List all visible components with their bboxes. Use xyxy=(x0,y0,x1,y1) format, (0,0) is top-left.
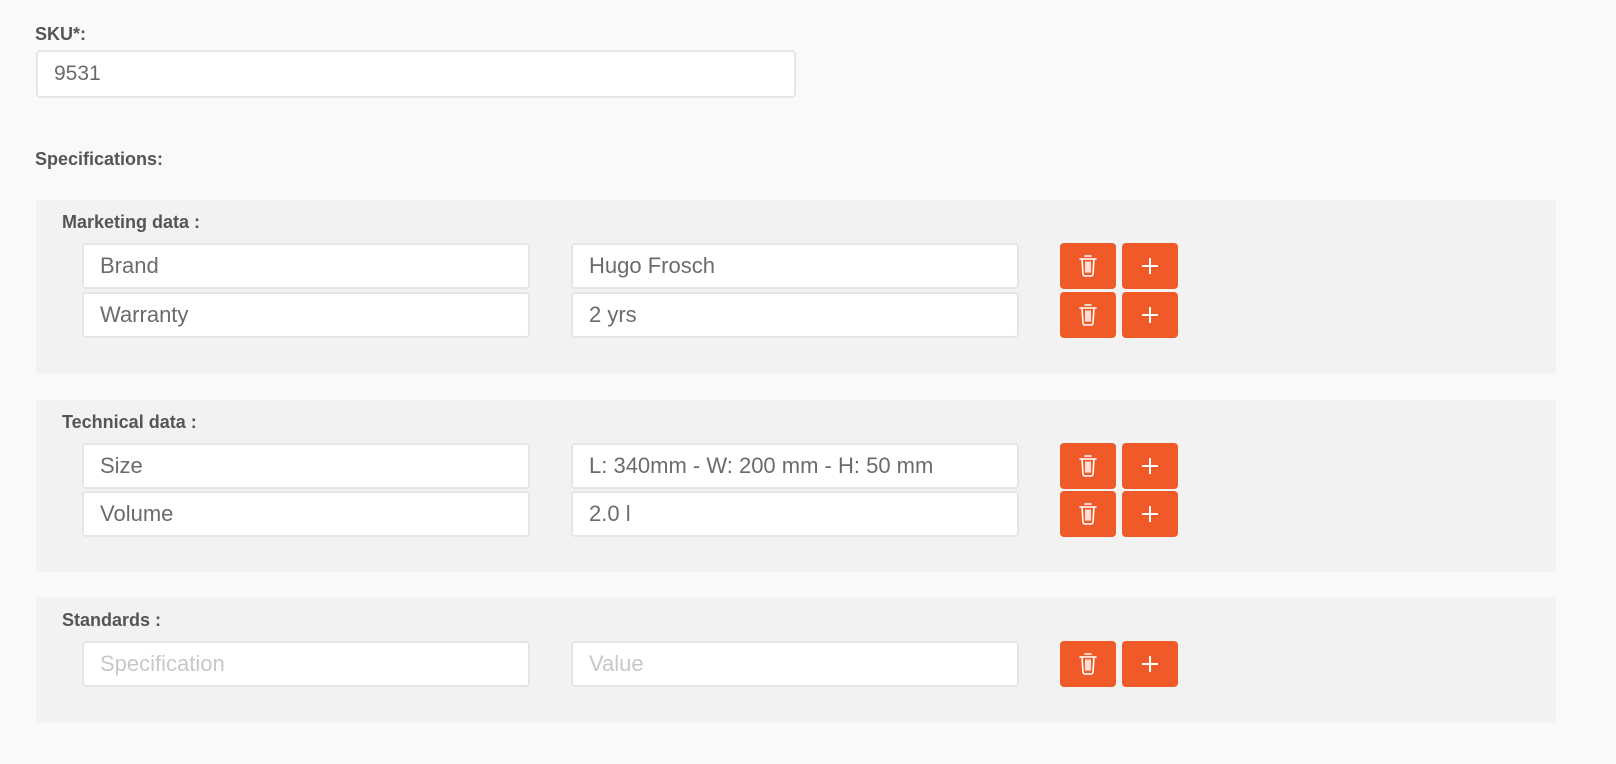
sku-label: SKU*: xyxy=(35,24,87,44)
spec-value-input[interactable] xyxy=(571,443,1019,489)
spec-group-technical: Technical data : xyxy=(36,400,1556,572)
add-row-button[interactable] xyxy=(1122,292,1178,338)
add-row-button[interactable] xyxy=(1122,491,1178,537)
group-title: Technical data : xyxy=(62,412,197,432)
spec-row xyxy=(36,443,1556,489)
spec-group-standards: Standards : xyxy=(36,598,1556,722)
group-title: Marketing data : xyxy=(62,212,201,232)
trash-icon xyxy=(1079,455,1097,477)
trash-icon xyxy=(1079,255,1097,277)
trash-icon xyxy=(1079,653,1097,675)
group-title: Standards : xyxy=(62,610,162,630)
delete-row-button[interactable] xyxy=(1060,491,1116,537)
add-row-button[interactable] xyxy=(1122,641,1178,687)
spec-key-input[interactable] xyxy=(82,292,530,338)
plus-icon xyxy=(1142,258,1158,274)
spec-key-input[interactable] xyxy=(82,491,530,537)
delete-row-button[interactable] xyxy=(1060,443,1116,489)
spec-group-marketing: Marketing data : xyxy=(36,200,1556,374)
plus-icon xyxy=(1142,656,1158,672)
delete-row-button[interactable] xyxy=(1060,292,1116,338)
spec-value-input[interactable] xyxy=(571,243,1019,289)
spec-row xyxy=(36,292,1556,338)
spec-value-input[interactable] xyxy=(571,491,1019,537)
sku-input[interactable] xyxy=(36,50,796,98)
spec-key-input[interactable] xyxy=(82,243,530,289)
delete-row-button[interactable] xyxy=(1060,243,1116,289)
spec-key-input[interactable] xyxy=(82,641,530,687)
plus-icon xyxy=(1142,506,1158,522)
specifications-label: Specifications: xyxy=(35,149,164,169)
spec-row xyxy=(36,641,1556,687)
add-row-button[interactable] xyxy=(1122,443,1178,489)
spec-value-input[interactable] xyxy=(571,641,1019,687)
trash-icon xyxy=(1079,304,1097,326)
spec-value-input[interactable] xyxy=(571,292,1019,338)
add-row-button[interactable] xyxy=(1122,243,1178,289)
plus-icon xyxy=(1142,458,1158,474)
spec-key-input[interactable] xyxy=(82,443,530,489)
trash-icon xyxy=(1079,503,1097,525)
spec-row xyxy=(36,243,1556,289)
spec-row xyxy=(36,491,1556,537)
plus-icon xyxy=(1142,307,1158,323)
delete-row-button[interactable] xyxy=(1060,641,1116,687)
